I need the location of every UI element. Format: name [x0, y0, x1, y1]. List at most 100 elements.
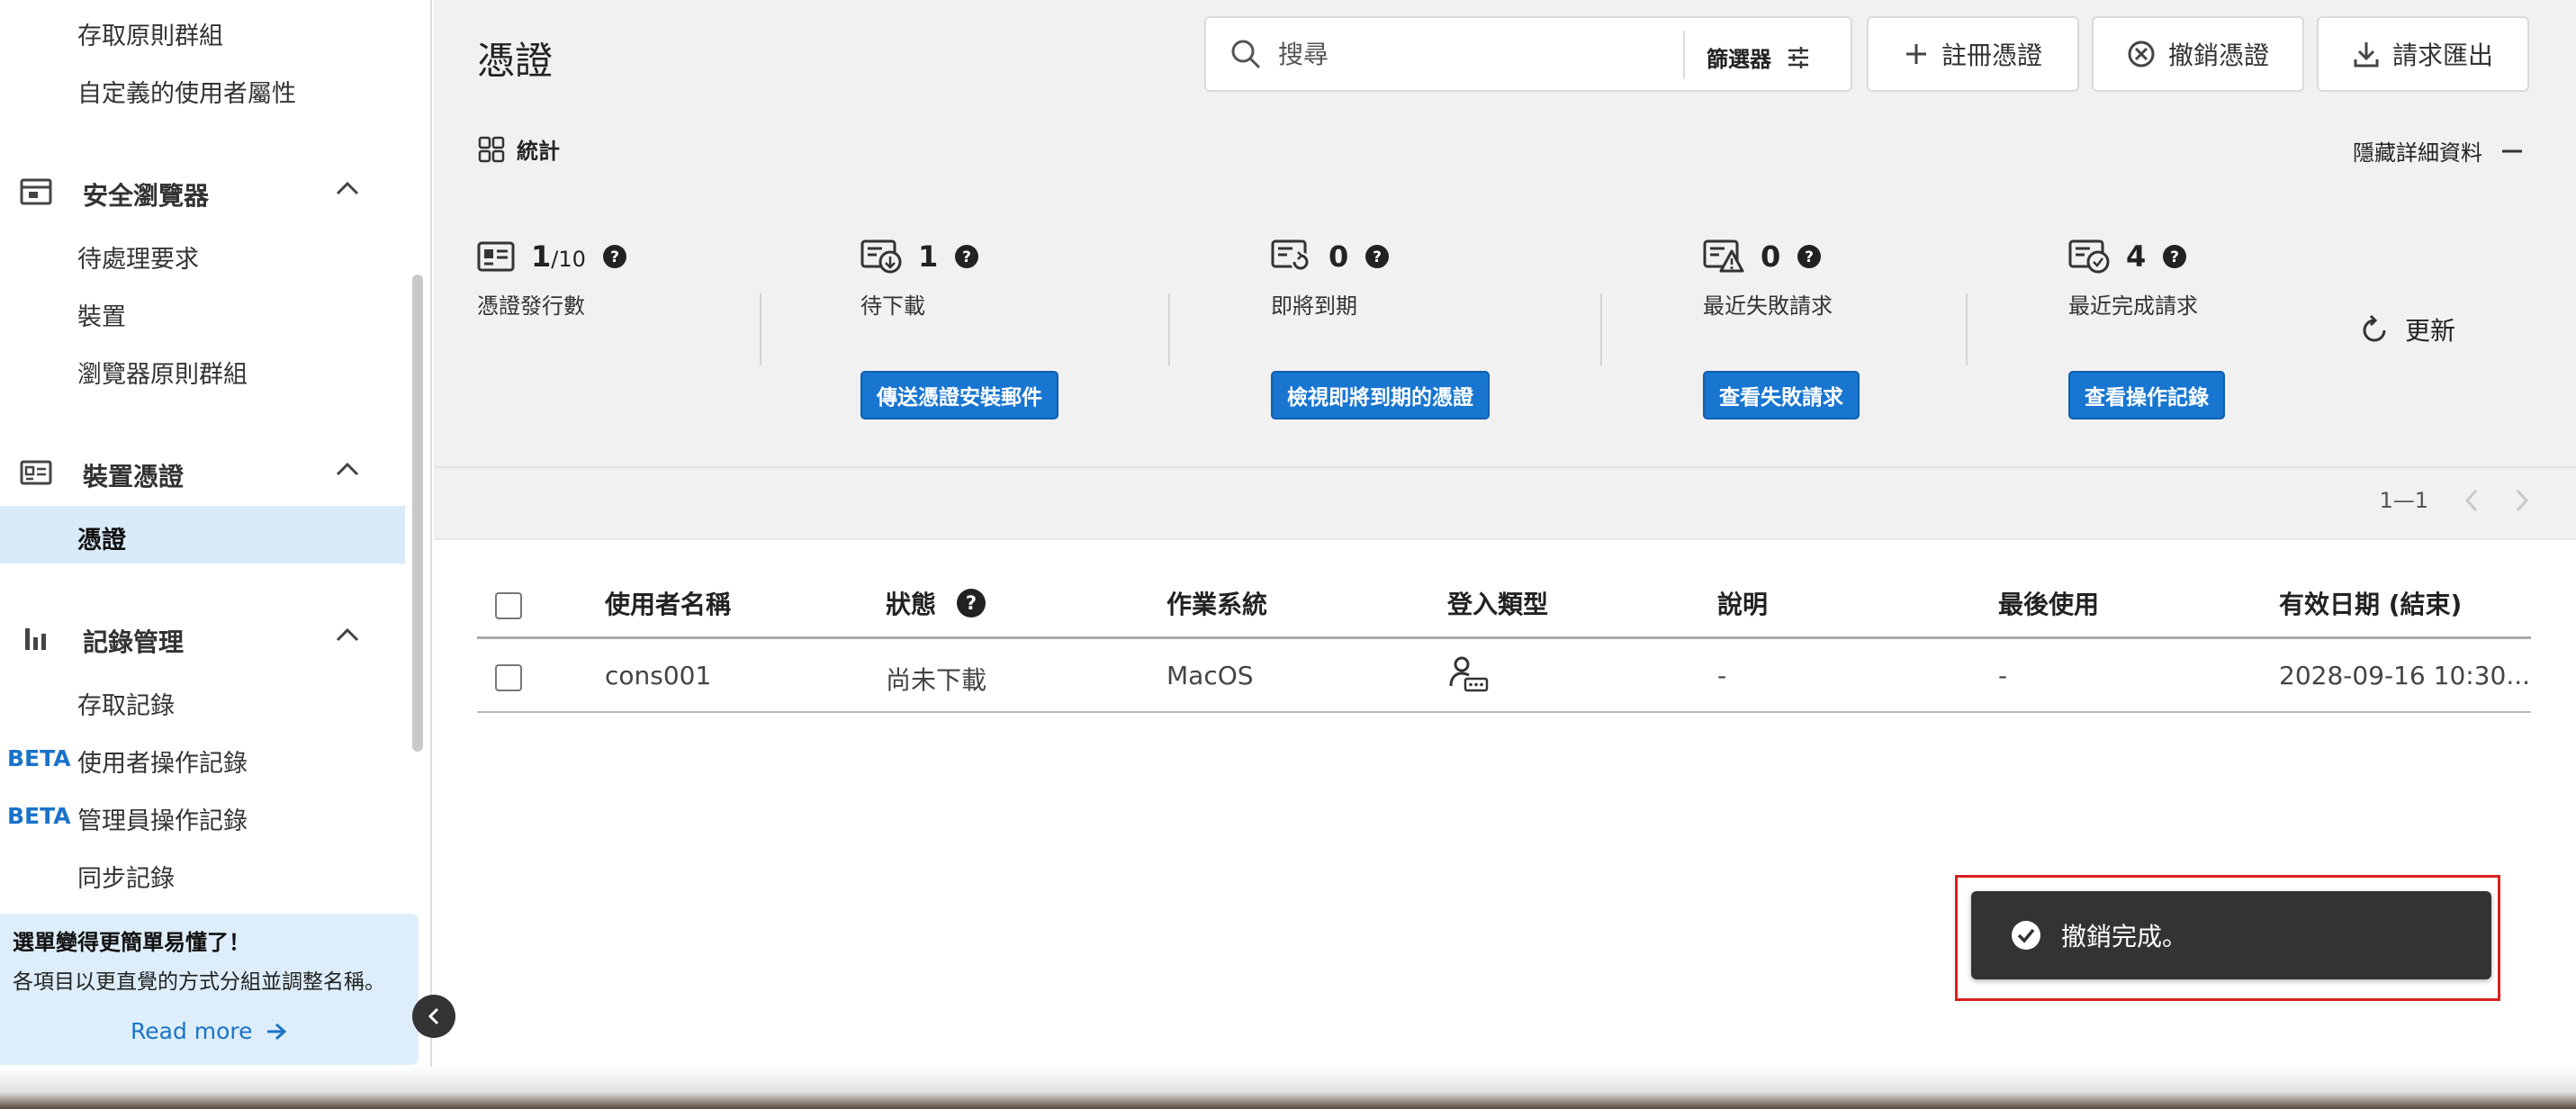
view-expiring-button[interactable]: 檢視即將到期的憑證: [1271, 371, 1490, 419]
help-icon[interactable]: ?: [1797, 244, 1822, 269]
sidebar-group-log-management[interactable]: 記錄管理: [0, 618, 414, 663]
window-bottom-edge: [0, 1067, 2576, 1109]
view-operation-logs-button[interactable]: 查看操作記錄: [2068, 371, 2225, 419]
sidebar-group-secure-browser[interactable]: 安全瀏覽器: [0, 171, 414, 216]
svg-text:?: ?: [1373, 248, 1382, 266]
column-status[interactable]: 狀態 ?: [886, 585, 986, 621]
cell-os: MacOS: [1166, 661, 1254, 690]
page-range: 1—1: [2379, 488, 2428, 513]
plus-icon: [1904, 41, 1929, 67]
sidebar-item-admin-operation-logs[interactable]: 管理員操作記錄: [77, 801, 248, 836]
cell-last-used: -: [1998, 661, 2008, 690]
stats-header: 統計: [477, 133, 560, 165]
pagination-bar: 1—1: [434, 466, 2576, 540]
stat-completed: 4 ? 最近完成請求 查看操作記錄: [2068, 239, 2225, 419]
certificate-check-icon: [2068, 239, 2110, 274]
filter-label: 篩選器: [1707, 47, 1771, 72]
column-username[interactable]: 使用者名稱: [605, 585, 731, 621]
cancel-circle-icon: [2127, 40, 2156, 68]
sidebar: 存取原則群組 自定義的使用者屬性 安全瀏覽器 待處理要求 裝置 瀏覽器原則群組 …: [0, 0, 432, 1109]
help-icon[interactable]: ?: [2162, 244, 2187, 269]
sidebar-item-devices[interactable]: 裝置: [77, 297, 126, 332]
sidebar-scrollbar[interactable]: [412, 275, 423, 752]
help-icon[interactable]: ?: [602, 244, 627, 269]
sidebar-active-highlight: [0, 506, 405, 564]
header-panel: 憑證 篩選器 註冊憑證 撤銷憑證: [434, 0, 2576, 466]
sidebar-item-certificates[interactable]: 憑證: [77, 520, 126, 555]
help-icon[interactable]: ?: [954, 244, 979, 269]
stat-completed-value: 4: [2126, 239, 2147, 274]
view-failed-requests-button[interactable]: 查看失敗請求: [1703, 371, 1860, 419]
column-login-type[interactable]: 登入類型: [1447, 585, 1548, 621]
chevron-up-icon[interactable]: [335, 180, 360, 196]
refresh-icon: [2360, 314, 2389, 345]
sidebar-group-device-certificates[interactable]: 裝置憑證: [0, 452, 414, 497]
toast-message: 撤銷完成。: [2061, 922, 2188, 951]
beta-badge: BETA: [7, 745, 71, 771]
sidebar-item-pending-requests[interactable]: 待處理要求: [77, 239, 199, 275]
read-more-label: Read more: [131, 1018, 253, 1044]
whats-new-banner: 選單變得更簡單易懂了！ 各項目以更直覺的方式分組並調整名稱。 Read more: [0, 914, 419, 1065]
revoke-certificate-button[interactable]: 撤銷憑證: [2092, 16, 2304, 92]
sliders-icon: [1786, 45, 1811, 70]
register-certificate-button[interactable]: 註冊憑證: [1867, 16, 2079, 92]
search-box: 篩選器: [1204, 16, 1852, 92]
search-input[interactable]: [1278, 31, 1764, 77]
stat-expiring-label: 即將到期: [1271, 293, 1357, 319]
cell-expiry: 2028-09-16 10:30...: [2279, 661, 2531, 690]
sidebar-item-browser-policy-groups[interactable]: 瀏覽器原則群組: [77, 355, 248, 390]
chevron-up-icon[interactable]: [335, 627, 360, 643]
stat-divider: [760, 293, 761, 365]
banner-title: 選單變得更簡單易懂了！: [13, 930, 250, 955]
arrow-right-icon: [266, 1022, 287, 1041]
help-icon[interactable]: ?: [956, 588, 986, 618]
hide-details-toggle[interactable]: 隱藏詳細資料: [2353, 135, 2522, 167]
request-export-label: 請求匯出: [2391, 41, 2493, 70]
beta-badge: BETA: [7, 803, 71, 829]
sidebar-item-sync-logs[interactable]: 同步記錄: [77, 859, 175, 894]
svg-text:?: ?: [1805, 248, 1814, 266]
request-export-button[interactable]: 請求匯出: [2317, 16, 2529, 92]
sidebar-item-custom-user-attributes[interactable]: 自定義的使用者屬性: [77, 74, 296, 109]
stat-issued: 1/10 ? 憑證發行數: [477, 239, 627, 320]
column-expiry[interactable]: 有效日期 (結束): [2279, 585, 2462, 621]
table-row[interactable]: cons001 尚未下載 MacOS - - 2028-09-16 10:30.…: [477, 641, 2531, 713]
svg-text:?: ?: [966, 592, 977, 614]
refresh-button[interactable]: 更新: [2360, 311, 2455, 347]
stats-label: 統計: [517, 139, 560, 164]
hide-details-label: 隱藏詳細資料: [2353, 140, 2482, 166]
svg-text:?: ?: [610, 248, 619, 266]
search-divider: [1683, 31, 1685, 79]
column-os[interactable]: 作業系統: [1166, 585, 1267, 621]
column-description[interactable]: 說明: [1717, 585, 1768, 621]
filter-button[interactable]: 篩選器: [1707, 41, 1811, 73]
stat-divider: [1600, 293, 1602, 365]
sidebar-item-user-operation-logs[interactable]: 使用者操作記錄: [77, 744, 248, 779]
user-password-icon: [1449, 655, 1489, 693]
pagination: 1—1: [2379, 488, 2529, 513]
stat-divider: [1966, 293, 1968, 365]
sidebar-item-access-policy-groups[interactable]: 存取原則群組: [77, 16, 223, 51]
grid-icon: [477, 135, 506, 164]
certificate-download-icon: [860, 239, 902, 274]
row-checkbox[interactable]: [495, 664, 522, 691]
download-icon: [2353, 40, 2380, 68]
stat-pending-value: 1: [918, 239, 939, 274]
cell-status: 尚未下載: [886, 665, 987, 695]
stat-failed-value: 0: [1761, 239, 1781, 274]
certificate-card-icon: [20, 459, 52, 486]
send-install-email-button[interactable]: 傳送憑證安裝郵件: [860, 371, 1058, 419]
chevron-right-icon[interactable]: [2515, 488, 2529, 513]
toast-notification: 撤銷完成。: [1971, 891, 2491, 979]
sidebar-item-access-logs[interactable]: 存取記錄: [77, 686, 175, 721]
table-header: 使用者名稱 狀態 ? 作業系統 登入類型 說明 最後使用 有效日期 (結束): [477, 576, 2531, 639]
read-more-link[interactable]: Read more: [131, 1018, 287, 1044]
column-last-used[interactable]: 最後使用: [1998, 585, 2099, 621]
cell-username: cons001: [605, 661, 712, 690]
stat-failed: 0 ? 最近失敗請求 查看失敗請求: [1703, 239, 1860, 419]
chevron-left-icon[interactable]: [2464, 488, 2479, 513]
help-icon[interactable]: ?: [1365, 244, 1390, 269]
select-all-checkbox[interactable]: [495, 592, 522, 619]
chevron-up-icon[interactable]: [335, 461, 360, 477]
stat-divider: [1168, 293, 1170, 365]
